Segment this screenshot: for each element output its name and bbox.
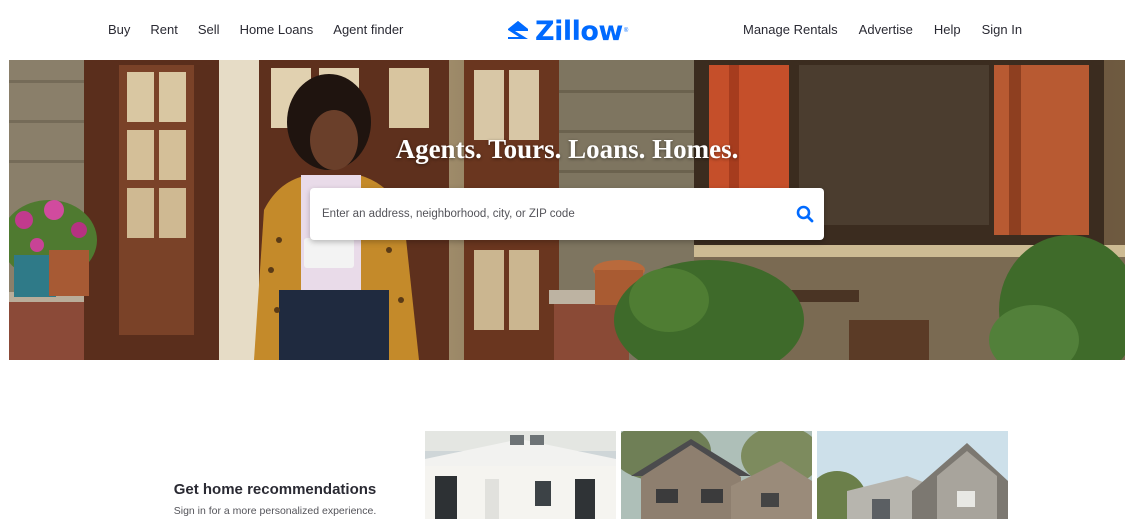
zillow-logo[interactable]: Zillow ® [505, 15, 629, 47]
house-image-2 [621, 431, 812, 519]
hero-banner: Agents. Tours. Loans. Homes. [9, 60, 1125, 360]
nav-sell[interactable]: Sell [198, 22, 220, 37]
top-navigation-bar: Buy Rent Sell Home Loans Agent finder Zi… [0, 0, 1125, 60]
recommendations-subtitle: Sign in for a more personalized experien… [173, 505, 377, 517]
zillow-z-icon [508, 21, 528, 39]
nav-manage-rentals[interactable]: Manage Rentals [743, 22, 838, 37]
house-image-1 [425, 431, 616, 519]
search-icon[interactable] [796, 205, 814, 223]
logo-wordmark: Zillow [535, 15, 623, 47]
search-bar [310, 188, 824, 240]
nav-help[interactable]: Help [934, 22, 961, 37]
nav-agent-finder[interactable]: Agent finder [333, 22, 403, 37]
search-input[interactable] [322, 208, 782, 220]
house-image-3 [817, 431, 1008, 519]
hero-headline: Agents. Tours. Loans. Homes. [395, 134, 739, 164]
nav-buy[interactable]: Buy [108, 22, 130, 37]
primary-nav: Buy Rent Sell Home Loans Agent finder [108, 22, 423, 37]
nav-home-loans[interactable]: Home Loans [240, 22, 314, 37]
nav-advertise[interactable]: Advertise [859, 22, 913, 37]
registered-mark: ® [623, 28, 629, 34]
secondary-nav: Manage Rentals Advertise Help Sign In [743, 22, 1043, 37]
recommendations-title: Get home recommendations [173, 481, 377, 498]
nav-rent[interactable]: Rent [150, 22, 177, 37]
nav-sign-in[interactable]: Sign In [982, 22, 1022, 37]
